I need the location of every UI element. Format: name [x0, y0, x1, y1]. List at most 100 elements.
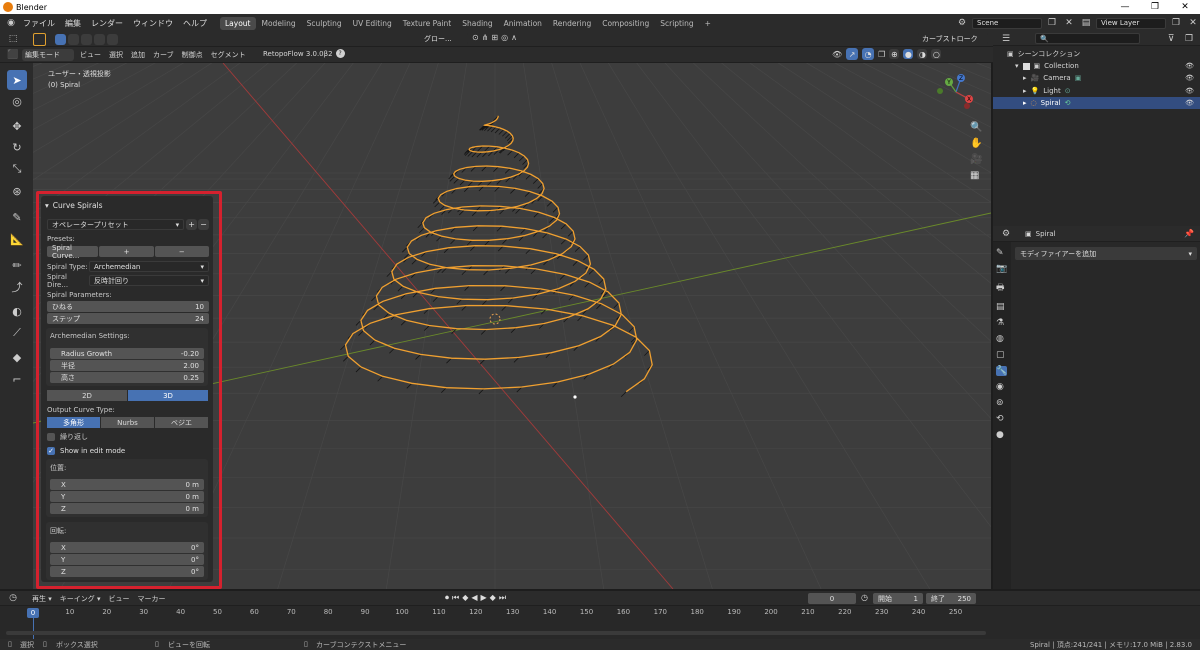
proportional-icon[interactable]: ◎ [501, 33, 508, 42]
frame-ruler[interactable]: 10 20 30 40 50 60 70 80 90 100 110 120 130 140 150 160 1… [0, 607, 990, 619]
transform-tool-icon[interactable]: ⊛ [7, 181, 27, 201]
collection-checkbox[interactable] [1022, 62, 1030, 70]
ortho-toggle-icon[interactable]: ▦ [970, 170, 982, 181]
current-frame-field[interactable]: 0 [808, 593, 856, 604]
draw-tool-icon[interactable]: ✏ [7, 255, 27, 275]
xray-icon[interactable]: ❐ [878, 50, 885, 59]
shading-render-icon[interactable]: ○ [931, 49, 942, 59]
close-button[interactable]: ✕ [1170, 0, 1200, 14]
delete-view-layer-icon[interactable]: ✕ [1186, 16, 1200, 30]
clock-icon[interactable]: ◷ [861, 593, 868, 602]
tool-tab-icon[interactable]: ✎ [996, 248, 1007, 258]
scale-tool-icon[interactable]: ⤡ [7, 159, 27, 179]
object-tab-icon[interactable]: ▢ [996, 350, 1007, 360]
modifier-tab-icon[interactable]: 🔧 [996, 366, 1008, 376]
falloff-icon[interactable]: ∧ [511, 33, 517, 42]
view-layer-selector[interactable]: View Layer [1096, 17, 1166, 29]
menu-help[interactable]: ヘルプ [178, 18, 212, 29]
scene-tab-icon[interactable]: ⚗ [996, 318, 1007, 328]
physics-tab-icon[interactable]: ◉ [996, 382, 1007, 392]
retopoflow-menu[interactable]: RetopoFlow 3.0.0β2 [263, 50, 333, 58]
menu-control-points[interactable]: 制御点 [182, 50, 203, 60]
scene-selector[interactable]: Scene [972, 17, 1042, 29]
timeline-editor-icon[interactable]: ◷ [6, 591, 20, 605]
menu-curve[interactable]: カーブ [153, 50, 174, 60]
cursor-tool-icon[interactable]: ◎ [7, 91, 27, 111]
menu-keying[interactable]: キーイング ▾ [60, 594, 101, 604]
select-subtract-icon[interactable] [81, 34, 92, 45]
tab-rendering[interactable]: Rendering [548, 17, 596, 30]
overlay-toggle-icon[interactable]: ◔ [862, 48, 875, 60]
outliner-row-camera[interactable]: ▸ 🎥 Camera ▣ 👁 [1023, 74, 1200, 82]
data-tab-icon[interactable]: ⟲ [996, 414, 1007, 424]
menu-render[interactable]: レンダー [86, 18, 128, 29]
record-icon[interactable]: ⏺ [445, 593, 449, 603]
mode-dropdown[interactable]: 編集モード [22, 49, 74, 61]
tab-layout[interactable]: Layout [220, 16, 256, 30]
editor-type-3d-icon[interactable]: ⬛ [6, 48, 20, 62]
select-intersect-icon[interactable] [107, 34, 118, 45]
navigation-gizmo[interactable]: X Z Y [936, 69, 976, 111]
menu-edit[interactable]: 編集 [60, 18, 86, 29]
outliner-row-light[interactable]: ▸ 💡 Light ⊙ 👁 [1023, 87, 1200, 95]
new-collection-icon[interactable]: ❐ [1182, 32, 1196, 46]
start-frame-field[interactable]: 開始 1 [873, 593, 923, 604]
annotate-tool-icon[interactable]: ✎ [7, 207, 27, 227]
gizmo-neg-x[interactable] [964, 103, 970, 109]
gizmo-z-axis[interactable]: Z [957, 74, 965, 82]
shading-wire-icon[interactable]: ⊕ [889, 49, 900, 59]
add-workspace-button[interactable]: + [700, 17, 716, 30]
camera-view-icon[interactable]: 🎥 [970, 154, 982, 165]
select-box-tool-icon[interactable]: ➤ [7, 70, 27, 90]
jump-start-icon[interactable]: ⏮ [452, 593, 459, 603]
menu-file[interactable]: ファイル [18, 18, 60, 29]
constraint-tab-icon[interactable]: ⊚ [996, 398, 1007, 408]
editor-type-icon[interactable]: ⬚ [6, 32, 20, 46]
snap-icon[interactable]: ⋔ [482, 33, 489, 42]
shading-material-icon[interactable]: ◑ [917, 49, 928, 59]
outliner-row-spiral[interactable]: ▸ ◌ Spiral ⟲ 👁 [993, 97, 1200, 109]
radius-tool-icon[interactable]: ◐ [7, 301, 27, 321]
tab-animation[interactable]: Animation [499, 17, 547, 30]
rotate-tool-icon[interactable]: ↻ [7, 137, 27, 157]
tilt-tool-icon[interactable]: ⟋ [7, 323, 27, 343]
blender-menu-icon[interactable]: ◉ [4, 16, 18, 30]
tab-sculpting[interactable]: Sculpting [302, 17, 347, 30]
outliner-search-input[interactable]: 🔍 [1035, 33, 1140, 44]
playhead[interactable]: 0 [27, 608, 39, 618]
measure-tool-icon[interactable]: 📐 [7, 229, 27, 249]
tab-compositing[interactable]: Compositing [597, 17, 654, 30]
jump-end-icon[interactable]: ⏭ [499, 593, 506, 603]
tab-texture-paint[interactable]: Texture Paint [398, 17, 456, 30]
gizmo-x-axis[interactable]: X [965, 95, 973, 103]
shading-solid-icon[interactable]: ● [903, 49, 914, 59]
tab-shading[interactable]: Shading [457, 17, 497, 30]
menu-playback[interactable]: 再生 ▾ [32, 594, 52, 604]
pin-icon[interactable]: 📌 [1184, 229, 1194, 238]
outliner-row-collection[interactable]: ▾ ▣ Collection 👁 [1015, 62, 1200, 70]
pan-icon[interactable]: ✋ [970, 138, 982, 149]
menu-timeline-view[interactable]: ビュー [109, 594, 130, 604]
transform-orientation-dropdown[interactable]: グロー... [420, 33, 468, 44]
menu-view[interactable]: ビュー [80, 50, 101, 60]
maximize-button[interactable]: ❐ [1140, 0, 1170, 14]
pivot-icon[interactable]: ⊙ [472, 33, 479, 42]
menu-marker[interactable]: マーカー [138, 594, 166, 604]
timeline-scrollbar[interactable] [6, 631, 986, 635]
snap-target-icon[interactable]: ⊞ [491, 33, 498, 42]
new-view-layer-icon[interactable]: ❐ [1169, 16, 1183, 30]
curve-stroke-dropdown[interactable]: カーブストローク [918, 33, 988, 44]
render-tab-icon[interactable]: 📷 [996, 264, 1007, 274]
visibility-icon[interactable]: 👁 [832, 50, 842, 59]
eye-icon[interactable]: 👁 [1185, 74, 1194, 82]
world-tab-icon[interactable]: ◍ [996, 334, 1007, 344]
add-modifier-dropdown[interactable]: モディファイアーを追加 ▾ [1015, 247, 1197, 260]
material-tab-icon[interactable]: ● [996, 430, 1007, 440]
select-extend-icon[interactable] [68, 34, 79, 45]
menu-segments[interactable]: セグメント [211, 50, 246, 60]
delete-scene-icon[interactable]: ✕ [1062, 16, 1076, 30]
view-layer-tab-icon[interactable]: ▤ [996, 302, 1007, 312]
menu-select[interactable]: 選択 [109, 50, 123, 60]
select-new-icon[interactable] [55, 34, 66, 45]
zoom-icon[interactable]: 🔍 [970, 122, 982, 133]
